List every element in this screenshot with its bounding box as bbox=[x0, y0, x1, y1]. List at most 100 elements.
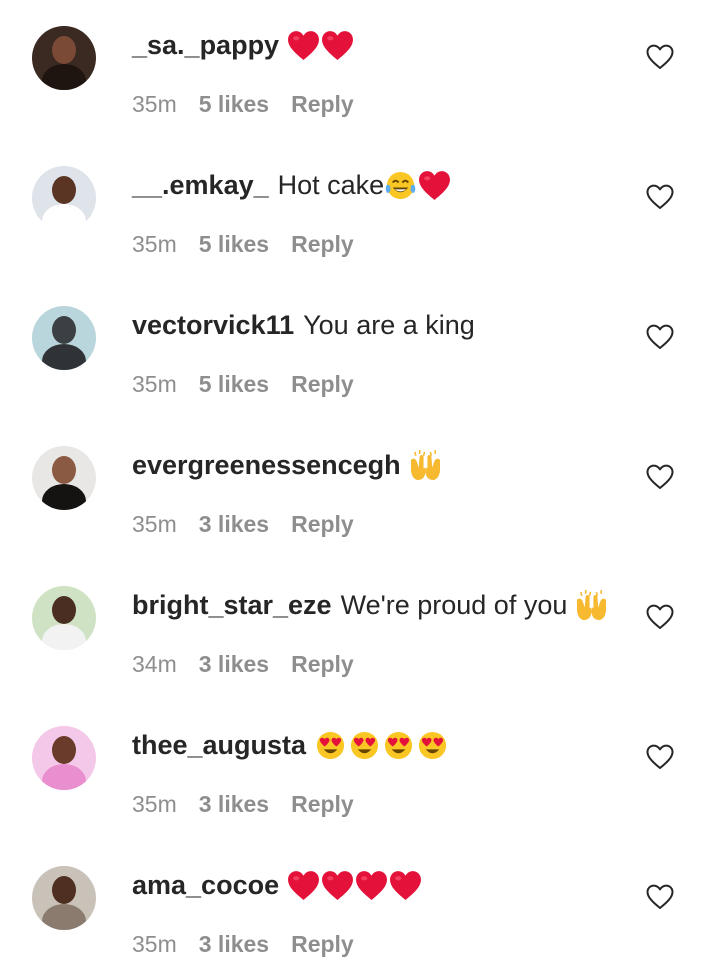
avatar-head-shape bbox=[52, 456, 76, 484]
comment-row: evergreenessencegh 35m 3 likes Reply bbox=[0, 420, 720, 560]
comment-row: bright_star_eze We're proud of you 34m 3 li… bbox=[0, 560, 720, 700]
reply-button[interactable]: Reply bbox=[291, 91, 354, 117]
avatar[interactable] bbox=[32, 446, 96, 510]
red-heart-emoji-icon bbox=[355, 870, 388, 901]
avatar[interactable] bbox=[32, 726, 96, 790]
tears-of-joy-emoji-icon bbox=[384, 170, 417, 201]
comment-emojis bbox=[384, 170, 451, 201]
comment-emojis bbox=[314, 730, 449, 761]
comment-content: ama_cocoe bbox=[132, 866, 422, 904]
comment-likes-count[interactable]: 3 likes bbox=[199, 791, 269, 817]
avatar[interactable] bbox=[32, 166, 96, 230]
heart-outline-icon[interactable] bbox=[646, 604, 674, 630]
comment-emojis bbox=[287, 30, 354, 61]
comment-list: _sa._pappy 35m 5 likes Reply __.emkay_ Hot ca… bbox=[0, 0, 720, 978]
comment-emojis bbox=[575, 590, 608, 621]
comment-content: bright_star_eze We're proud of you bbox=[132, 586, 608, 624]
heart-eyes-emoji-icon bbox=[416, 730, 449, 761]
avatar-body-shape bbox=[42, 204, 86, 230]
red-heart-emoji-icon bbox=[321, 870, 354, 901]
comment-row: _sa._pappy 35m 5 likes Reply bbox=[0, 0, 720, 140]
comment-username[interactable]: evergreenessencegh bbox=[132, 446, 401, 484]
avatar-body-shape bbox=[42, 624, 86, 650]
heart-outline-icon[interactable] bbox=[646, 44, 674, 70]
heart-outline-icon[interactable] bbox=[646, 184, 674, 210]
avatar-body-shape bbox=[42, 344, 86, 370]
comment-meta: 35m 3 likes Reply bbox=[132, 928, 376, 960]
avatar[interactable] bbox=[32, 866, 96, 930]
comment-username[interactable]: __.emkay_ bbox=[132, 166, 269, 204]
avatar-head-shape bbox=[52, 36, 76, 64]
avatar-head-shape bbox=[52, 736, 76, 764]
reply-button[interactable]: Reply bbox=[291, 931, 354, 957]
avatar-head-shape bbox=[52, 176, 76, 204]
comment-content: vectorvick11 You are a king bbox=[132, 306, 475, 344]
comment-emojis bbox=[287, 870, 422, 901]
comment-username[interactable]: ama_cocoe bbox=[132, 866, 279, 904]
red-heart-emoji-icon bbox=[287, 870, 320, 901]
avatar-head-shape bbox=[52, 316, 76, 344]
comment-timestamp: 35m bbox=[132, 791, 177, 817]
heart-outline-icon[interactable] bbox=[646, 464, 674, 490]
reply-button[interactable]: Reply bbox=[291, 231, 354, 257]
comment-meta: 35m 5 likes Reply bbox=[132, 228, 376, 260]
avatar-body-shape bbox=[42, 484, 86, 510]
heart-eyes-emoji-icon bbox=[314, 730, 347, 761]
avatar-body-shape bbox=[42, 764, 86, 790]
heart-eyes-emoji-icon bbox=[382, 730, 415, 761]
red-heart-emoji-icon bbox=[321, 30, 354, 61]
red-heart-emoji-icon bbox=[418, 170, 451, 201]
avatar[interactable] bbox=[32, 586, 96, 650]
red-heart-emoji-icon bbox=[389, 870, 422, 901]
comment-text: Hot cake bbox=[277, 170, 385, 200]
comment-username[interactable]: _sa._pappy bbox=[132, 26, 279, 64]
comment-row: __.emkay_ Hot cake 35m 5 likes Reply bbox=[0, 140, 720, 280]
comment-timestamp: 34m bbox=[132, 651, 177, 677]
avatar-body-shape bbox=[42, 904, 86, 930]
comment-row: ama_cocoe 35m 3 likes Reply bbox=[0, 840, 720, 978]
avatar-head-shape bbox=[52, 596, 76, 624]
comment-meta: 35m 3 likes Reply bbox=[132, 788, 376, 820]
heart-outline-icon[interactable] bbox=[646, 884, 674, 910]
heart-eyes-emoji-icon bbox=[348, 730, 381, 761]
comment-username[interactable]: thee_augusta bbox=[132, 726, 306, 764]
heart-outline-icon[interactable] bbox=[646, 324, 674, 350]
comment-likes-count[interactable]: 5 likes bbox=[199, 231, 269, 257]
avatar[interactable] bbox=[32, 306, 96, 370]
comment-meta: 34m 3 likes Reply bbox=[132, 648, 376, 680]
comment-emojis bbox=[409, 450, 442, 481]
comment-likes-count[interactable]: 3 likes bbox=[199, 931, 269, 957]
raising-hands-emoji-icon bbox=[409, 450, 442, 481]
reply-button[interactable]: Reply bbox=[291, 511, 354, 537]
comment-content: thee_augusta bbox=[132, 726, 449, 764]
comment-row: thee_augusta 35m 3 likes Reply bbox=[0, 700, 720, 840]
reply-button[interactable]: Reply bbox=[291, 371, 354, 397]
comment-row: vectorvick11 You are a king 35m 5 likes Repl… bbox=[0, 280, 720, 420]
avatar-head-shape bbox=[52, 876, 76, 904]
comment-meta: 35m 3 likes Reply bbox=[132, 508, 376, 540]
raising-hands-emoji-icon bbox=[575, 590, 608, 621]
heart-outline-icon[interactable] bbox=[646, 744, 674, 770]
comment-username[interactable]: bright_star_eze bbox=[132, 586, 332, 624]
comment-timestamp: 35m bbox=[132, 371, 177, 397]
comment-likes-count[interactable]: 5 likes bbox=[199, 371, 269, 397]
comment-content: evergreenessencegh bbox=[132, 446, 442, 484]
comment-meta: 35m 5 likes Reply bbox=[132, 368, 376, 400]
comment-likes-count[interactable]: 5 likes bbox=[199, 91, 269, 117]
comment-text: You are a king bbox=[303, 310, 475, 340]
comment-timestamp: 35m bbox=[132, 931, 177, 957]
comment-likes-count[interactable]: 3 likes bbox=[199, 511, 269, 537]
comment-content: _sa._pappy bbox=[132, 26, 354, 64]
comment-timestamp: 35m bbox=[132, 231, 177, 257]
comment-timestamp: 35m bbox=[132, 91, 177, 117]
comment-timestamp: 35m bbox=[132, 511, 177, 537]
reply-button[interactable]: Reply bbox=[291, 791, 354, 817]
comment-likes-count[interactable]: 3 likes bbox=[199, 651, 269, 677]
comment-content: __.emkay_ Hot cake bbox=[132, 166, 451, 204]
reply-button[interactable]: Reply bbox=[291, 651, 354, 677]
avatar[interactable] bbox=[32, 26, 96, 90]
comment-username[interactable]: vectorvick11 bbox=[132, 306, 294, 344]
avatar-body-shape bbox=[42, 64, 86, 90]
comment-meta: 35m 5 likes Reply bbox=[132, 88, 376, 120]
comment-text: We're proud of you bbox=[340, 590, 568, 620]
